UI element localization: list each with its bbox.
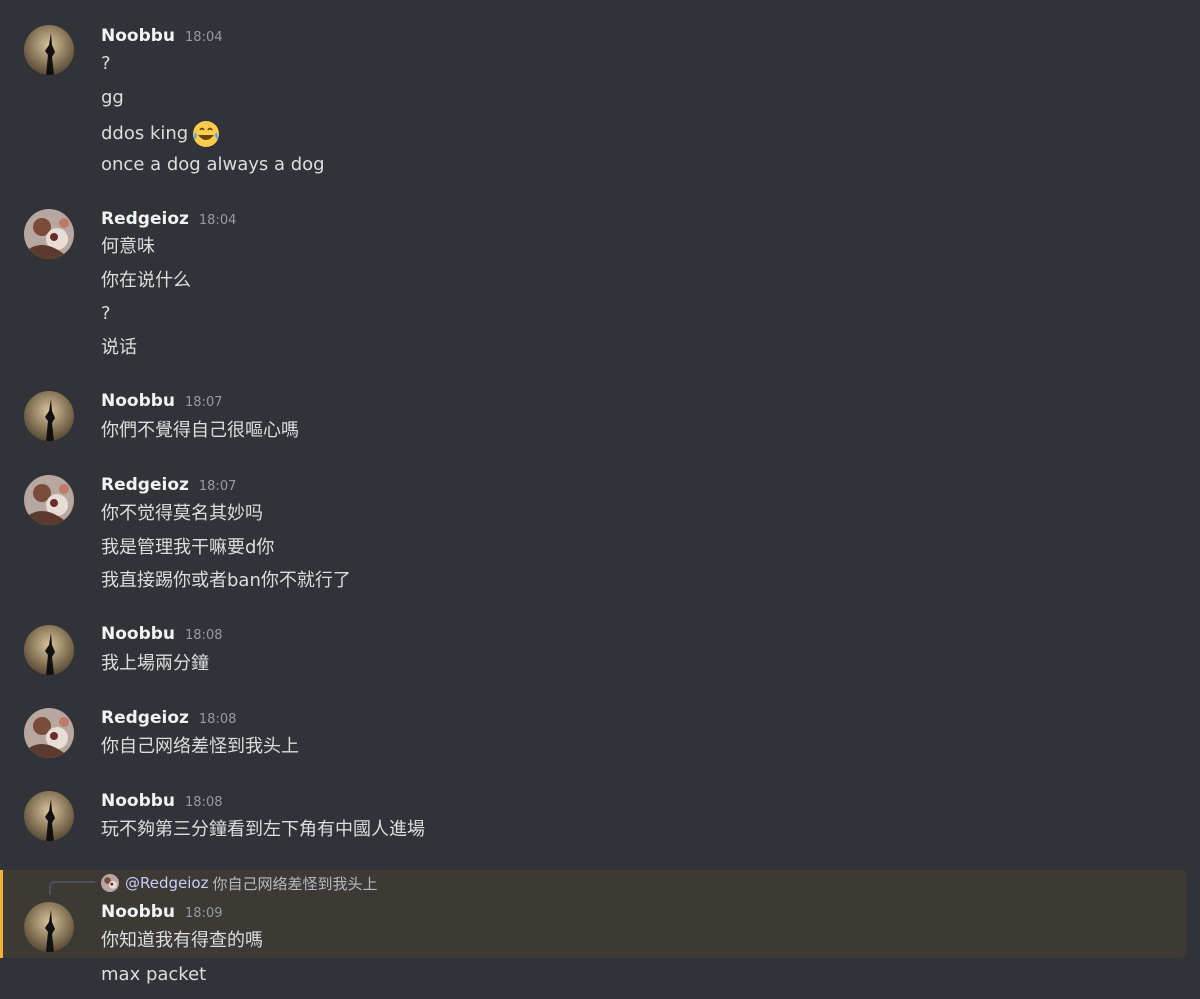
avatar-noobbu[interactable] [24,791,74,841]
message-text: 你自己网络差怪到我头上 [101,736,299,757]
reply-avatar-redgeioz[interactable] [101,874,119,892]
message-line: ddos king [101,119,221,149]
message-text: ? [101,53,111,74]
timestamp: 18:08 [185,795,223,810]
avatar-noobbu[interactable] [24,902,74,952]
message-text: 说话 [101,337,137,358]
timestamp: 18:08 [198,712,237,727]
avatar-noobbu[interactable] [24,25,74,75]
face-with-tears-of-joy-icon[interactable] [191,119,221,149]
message-text: 你知道我有得查的嗎 [101,930,263,951]
timestamp: 18:04 [198,213,237,228]
timestamp: 18:04 [185,30,223,45]
timestamp: 18:07 [185,395,223,410]
message-text: 何意味 [101,236,155,257]
username[interactable]: Noobbu [101,791,175,811]
message-text: 你不觉得莫名其妙吗 [101,503,263,524]
message-text: 我是管理我干嘛要d你 [101,537,275,558]
message-text: 我直接踢你或者ban你不就行了 [101,570,351,591]
timestamp: 18:07 [198,479,237,494]
username[interactable]: Noobbu [101,391,175,411]
timestamp: 18:09 [185,906,223,921]
avatar-noobbu[interactable] [24,625,74,675]
message-text: ddos king [101,123,189,144]
message-text: 玩不夠第三分鐘看到左下角有中國人進場 [101,819,425,840]
username[interactable]: Redgeioz [101,475,189,495]
reply-spine [49,881,95,895]
reply-mention[interactable]: @Redgeioz [125,874,208,892]
avatar-redgeioz[interactable] [24,209,74,259]
chat-message-list: Noobbu 18:04 ? gg ddos king once a dog a… [0,0,1200,999]
message-text: max packet [101,964,207,985]
avatar-redgeioz[interactable] [24,708,74,758]
message-text: 你在说什么 [101,270,191,291]
timestamp: 18:08 [185,628,223,643]
avatar-noobbu[interactable] [24,391,74,441]
username[interactable]: Redgeioz [101,209,189,229]
username[interactable]: Noobbu [101,902,175,922]
username[interactable]: Redgeioz [101,708,189,728]
message-text: 我上場兩分鐘 [101,653,209,674]
avatar-redgeioz[interactable] [24,475,74,525]
reply-preview-text[interactable]: 你自己网络差怪到我头上 [212,873,377,894]
message-text: once a dog always a dog [101,154,325,175]
message-text: gg [101,87,124,108]
username[interactable]: Noobbu [101,26,175,46]
message-text: 你們不覺得自己很嘔心嗎 [101,420,299,441]
username[interactable]: Noobbu [101,624,175,644]
reply-reference[interactable]: @Redgeioz 你自己网络差怪到我头上 [101,872,377,894]
message-text: ? [101,303,111,324]
